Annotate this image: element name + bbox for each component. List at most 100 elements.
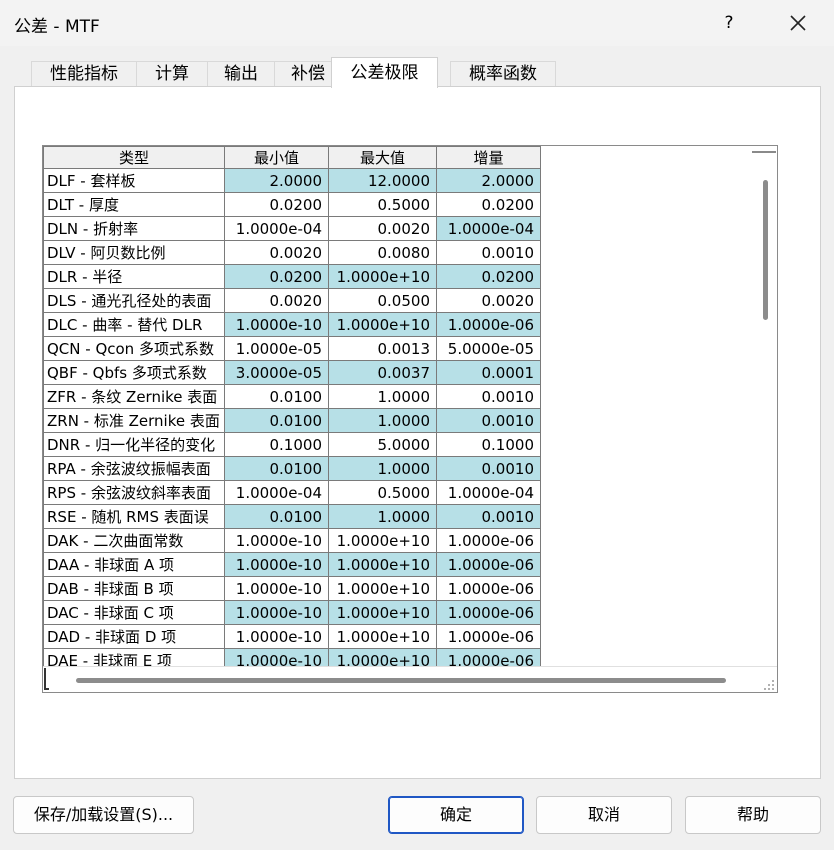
type-cell[interactable]: DAA - 非球面 A 项 — [43, 552, 225, 577]
increment-cell[interactable]: 0.0010 — [436, 384, 541, 409]
min-cell[interactable]: 1.0000e-10 — [224, 576, 329, 601]
max-cell[interactable]: 0.0080 — [328, 240, 437, 265]
type-cell[interactable]: DLV - 阿贝数比例 — [43, 240, 225, 265]
min-cell[interactable]: 1.0000e-05 — [224, 336, 329, 361]
increment-cell[interactable]: 1.0000e-06 — [436, 528, 541, 553]
help-title-button[interactable]: ? — [716, 8, 742, 38]
max-cell[interactable]: 1.0000e+10 — [328, 312, 437, 337]
increment-cell[interactable]: 1.0000e-06 — [436, 600, 541, 625]
type-cell[interactable]: ZRN - 标准 Zernike 表面 — [43, 408, 225, 433]
max-cell[interactable]: 1.0000e+10 — [328, 600, 437, 625]
increment-cell[interactable]: 1.0000e-04 — [436, 480, 541, 505]
type-cell[interactable]: RPS - 余弦波纹斜率表面 — [43, 480, 225, 505]
vertical-scroll-thumb[interactable] — [763, 180, 768, 320]
type-cell[interactable]: DAD - 非球面 D 项 — [43, 624, 225, 649]
min-cell[interactable]: 1.0000e-10 — [224, 312, 329, 337]
min-cell[interactable]: 0.0100 — [224, 408, 329, 433]
min-cell[interactable]: 0.1000 — [224, 432, 329, 457]
min-cell[interactable]: 0.0200 — [224, 192, 329, 217]
min-cell[interactable]: 1.0000e-04 — [224, 480, 329, 505]
max-cell[interactable]: 1.0000e+10 — [328, 552, 437, 577]
max-cell[interactable]: 1.0000 — [328, 504, 437, 529]
increment-cell[interactable]: 0.0001 — [436, 360, 541, 385]
min-cell[interactable]: 1.0000e-10 — [224, 600, 329, 625]
increment-cell[interactable]: 1.0000e-06 — [436, 312, 541, 337]
increment-cell[interactable]: 0.1000 — [436, 432, 541, 457]
increment-cell[interactable]: 0.0020 — [436, 288, 541, 313]
max-cell[interactable]: 0.0500 — [328, 288, 437, 313]
max-cell[interactable]: 1.0000 — [328, 408, 437, 433]
increment-cell[interactable]: 1.0000e-06 — [436, 624, 541, 649]
min-cell[interactable]: 0.0020 — [224, 288, 329, 313]
max-cell[interactable]: 1.0000e+10 — [328, 264, 437, 289]
max-cell[interactable]: 1.0000e+10 — [328, 624, 437, 649]
type-cell[interactable]: QBF - Qbfs 多项式系数 — [43, 360, 225, 385]
type-cell[interactable]: DLS - 通光孔径处的表面 — [43, 288, 225, 313]
tolerance-grid[interactable]: 类型 最小值 最大值 增量 DLF - 套样板 2.0000 12.0000 2.00… — [42, 145, 778, 693]
max-cell[interactable]: 0.5000 — [328, 192, 437, 217]
min-cell[interactable]: 1.0000e-04 — [224, 216, 329, 241]
increment-cell[interactable]: 0.0200 — [436, 264, 541, 289]
tab-probability[interactable]: 概率函数 — [450, 61, 556, 87]
horizontal-scroll-thumb[interactable] — [76, 678, 726, 683]
min-cell[interactable]: 1.0000e-10 — [224, 528, 329, 553]
close-icon — [790, 15, 806, 31]
min-cell[interactable]: 0.0100 — [224, 504, 329, 529]
cancel-button[interactable]: 取消 — [536, 796, 672, 834]
max-cell[interactable]: 0.0013 — [328, 336, 437, 361]
min-cell[interactable]: 1.0000e-10 — [224, 552, 329, 577]
type-cell[interactable]: RPA - 余弦波纹振幅表面 — [43, 456, 225, 481]
type-cell[interactable]: ZFR - 条纹 Zernike 表面 — [43, 384, 225, 409]
increment-cell[interactable]: 0.0010 — [436, 504, 541, 529]
type-cell[interactable]: DLC - 曲率 - 替代 DLR — [43, 312, 225, 337]
header-type[interactable]: 类型 — [43, 146, 225, 169]
save-load-settings-button[interactable]: 保存/加载设置(S)... — [13, 796, 194, 834]
min-cell[interactable]: 1.0000e-10 — [224, 624, 329, 649]
max-cell[interactable]: 0.0020 — [328, 216, 437, 241]
type-cell[interactable]: DLR - 半径 — [43, 264, 225, 289]
increment-cell[interactable]: 0.0010 — [436, 240, 541, 265]
max-cell[interactable]: 5.0000 — [328, 432, 437, 457]
min-cell[interactable]: 0.0020 — [224, 240, 329, 265]
increment-cell[interactable]: 1.0000e-04 — [436, 216, 541, 241]
header-increment[interactable]: 增量 — [436, 146, 541, 169]
resize-grip-icon[interactable] — [763, 679, 775, 691]
increment-cell[interactable]: 0.0010 — [436, 408, 541, 433]
max-cell[interactable]: 0.5000 — [328, 480, 437, 505]
increment-cell[interactable]: 2.0000 — [436, 168, 541, 193]
max-cell[interactable]: 1.0000 — [328, 384, 437, 409]
tab-compute[interactable]: 计算 — [136, 61, 208, 87]
type-cell[interactable]: DAC - 非球面 C 项 — [43, 600, 225, 625]
header-min[interactable]: 最小值 — [224, 146, 329, 169]
min-cell[interactable]: 2.0000 — [224, 168, 329, 193]
max-cell[interactable]: 1.0000 — [328, 456, 437, 481]
increment-cell[interactable]: 0.0200 — [436, 192, 541, 217]
type-cell[interactable]: QCN - Qcon 多项式系数 — [43, 336, 225, 361]
max-cell[interactable]: 1.0000e+10 — [328, 576, 437, 601]
type-cell[interactable]: DNR - 归一化半径的变化 — [43, 432, 225, 457]
max-cell[interactable]: 0.0037 — [328, 360, 437, 385]
tab-performance[interactable]: 性能指标 — [31, 61, 137, 87]
type-cell[interactable]: DAK - 二次曲面常数 — [43, 528, 225, 553]
type-cell[interactable]: DLF - 套样板 — [43, 168, 225, 193]
increment-cell[interactable]: 1.0000e-06 — [436, 576, 541, 601]
increment-cell[interactable]: 5.0000e-05 — [436, 336, 541, 361]
max-cell[interactable]: 12.0000 — [328, 168, 437, 193]
min-cell[interactable]: 0.0100 — [224, 384, 329, 409]
type-cell[interactable]: DLT - 厚度 — [43, 192, 225, 217]
min-cell[interactable]: 0.0100 — [224, 456, 329, 481]
increment-cell[interactable]: 0.0010 — [436, 456, 541, 481]
header-max[interactable]: 最大值 — [328, 146, 437, 169]
type-cell[interactable]: RSE - 随机 RMS 表面误 — [43, 504, 225, 529]
ok-button[interactable]: 确定 — [388, 796, 524, 834]
tab-tolerance-limits[interactable]: 公差极限 — [331, 57, 438, 88]
min-cell[interactable]: 3.0000e-05 — [224, 360, 329, 385]
max-cell[interactable]: 1.0000e+10 — [328, 528, 437, 553]
increment-cell[interactable]: 1.0000e-06 — [436, 552, 541, 577]
type-cell[interactable]: DAB - 非球面 B 项 — [43, 576, 225, 601]
min-cell[interactable]: 0.0200 — [224, 264, 329, 289]
close-button[interactable] — [783, 8, 813, 38]
tab-output[interactable]: 输出 — [207, 61, 275, 87]
type-cell[interactable]: DLN - 折射率 — [43, 216, 225, 241]
help-button[interactable]: 帮助 — [685, 796, 821, 834]
